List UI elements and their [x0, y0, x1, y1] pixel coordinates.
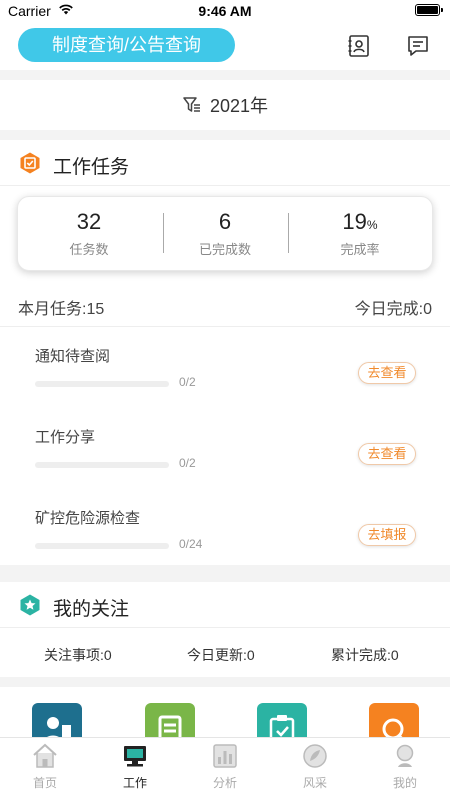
month-tasks-label: 本月任务:15	[18, 301, 105, 318]
tab-home[interactable]: 首页	[0, 742, 90, 791]
document-icon	[158, 715, 182, 737]
policy-search-button[interactable]: 制度查询/公告查询	[18, 28, 235, 62]
contacts-icon[interactable]	[347, 34, 371, 58]
tab-label: 风采	[302, 776, 327, 790]
fill-report-button[interactable]: 去填报	[358, 524, 416, 546]
message-icon[interactable]	[406, 34, 430, 58]
my-follow-header: 我的关注	[0, 582, 450, 628]
tab-profile[interactable]: 我的	[360, 742, 450, 791]
work-tasks-header: 工作任务	[0, 140, 450, 186]
year-filter[interactable]: 2021年	[0, 80, 450, 130]
bottom-tab-bar: 首页 工作 分析 风采 我的	[0, 737, 450, 800]
stat-completed-value: 6	[218, 209, 232, 234]
view-button[interactable]: 去查看	[358, 362, 416, 384]
star-badge-icon	[20, 594, 40, 616]
app-tile-checklist[interactable]	[257, 703, 307, 737]
tab-style[interactable]: 风采	[270, 742, 360, 791]
app-tile-search[interactable]	[369, 703, 419, 737]
style-icon	[303, 744, 327, 768]
task-item-hazard-check: 矿控危险源检查 0/24 去填报	[0, 507, 450, 587]
stat-total: 32 任务数	[20, 209, 158, 258]
work-tasks-title: 工作任务	[53, 157, 130, 178]
task-badge-icon	[20, 152, 40, 174]
stat-rate-value: 19	[342, 209, 367, 234]
today-completed-label: 今日完成:0	[354, 301, 432, 318]
task-progress-bar	[35, 381, 169, 387]
status-bar: Carrier 9:46 AM	[0, 0, 450, 22]
task-item-notice: 通知待查阅 0/2 去查看	[0, 345, 450, 425]
month-summary: 本月任务:15 今日完成:0	[0, 285, 450, 327]
task-progress-bar	[35, 462, 169, 468]
tab-label: 我的	[392, 776, 417, 790]
work-tasks-section: 工作任务 32 任务数 6 已完成数 19% 完成率 本月任务:15 今日完成:…	[0, 140, 450, 565]
profile-icon	[396, 744, 414, 767]
tab-label: 分析	[212, 776, 237, 790]
tab-label: 工作	[122, 776, 147, 790]
analysis-icon	[213, 744, 237, 768]
stat-total-label: 任务数	[69, 242, 109, 257]
header: 制度查询/公告查询	[0, 22, 450, 70]
follow-stats: 关注事项:0 今日更新:0 累计完成:0	[0, 629, 450, 677]
stat-rate-label: 完成率	[340, 242, 380, 257]
task-item-share: 工作分享 0/2 去查看	[0, 426, 450, 506]
task-progress-bar	[35, 543, 169, 549]
filter-icon	[183, 97, 200, 112]
task-count: 0/24	[179, 537, 203, 551]
my-follow-title: 我的关注	[53, 599, 130, 620]
clock: 9:46 AM	[198, 3, 252, 19]
tab-work[interactable]: 工作	[90, 742, 180, 791]
my-follow-section: 我的关注 关注事项:0 今日更新:0 累计完成:0	[0, 582, 450, 677]
stat-completed-label: 已完成数	[198, 242, 251, 257]
battery-icon	[415, 4, 443, 16]
work-icon	[124, 746, 146, 767]
magnifier-icon	[382, 718, 404, 737]
person-doc-icon	[47, 717, 71, 737]
follow-total-completed: 累计完成:0	[331, 647, 399, 663]
app-shortcuts	[0, 687, 450, 737]
task-count: 0/2	[179, 456, 196, 470]
task-stats-card: 32 任务数 6 已完成数 19% 完成率	[17, 196, 433, 271]
follow-items-count: 关注事项:0	[44, 647, 112, 663]
stat-total-value: 32	[76, 209, 102, 234]
tab-label: 首页	[32, 776, 57, 790]
app-tile-documents[interactable]	[145, 703, 195, 737]
task-name: 工作分享	[35, 429, 96, 446]
home-icon	[33, 743, 57, 768]
clipboard-icon	[269, 715, 295, 737]
stat-divider	[288, 213, 289, 253]
view-button[interactable]: 去查看	[358, 443, 416, 465]
follow-today-updates: 今日更新:0	[187, 647, 255, 663]
app-tile-personnel[interactable]	[32, 703, 82, 737]
stat-rate: 19% 完成率	[291, 209, 429, 258]
tab-analysis[interactable]: 分析	[180, 742, 270, 791]
stat-rate-unit: %	[366, 218, 378, 232]
stat-completed: 6 已完成数	[156, 209, 294, 258]
task-name: 矿控危险源检查	[35, 510, 141, 527]
task-name: 通知待查阅	[35, 348, 111, 365]
task-count: 0/2	[179, 375, 196, 389]
year-label: 2021年	[209, 96, 269, 116]
